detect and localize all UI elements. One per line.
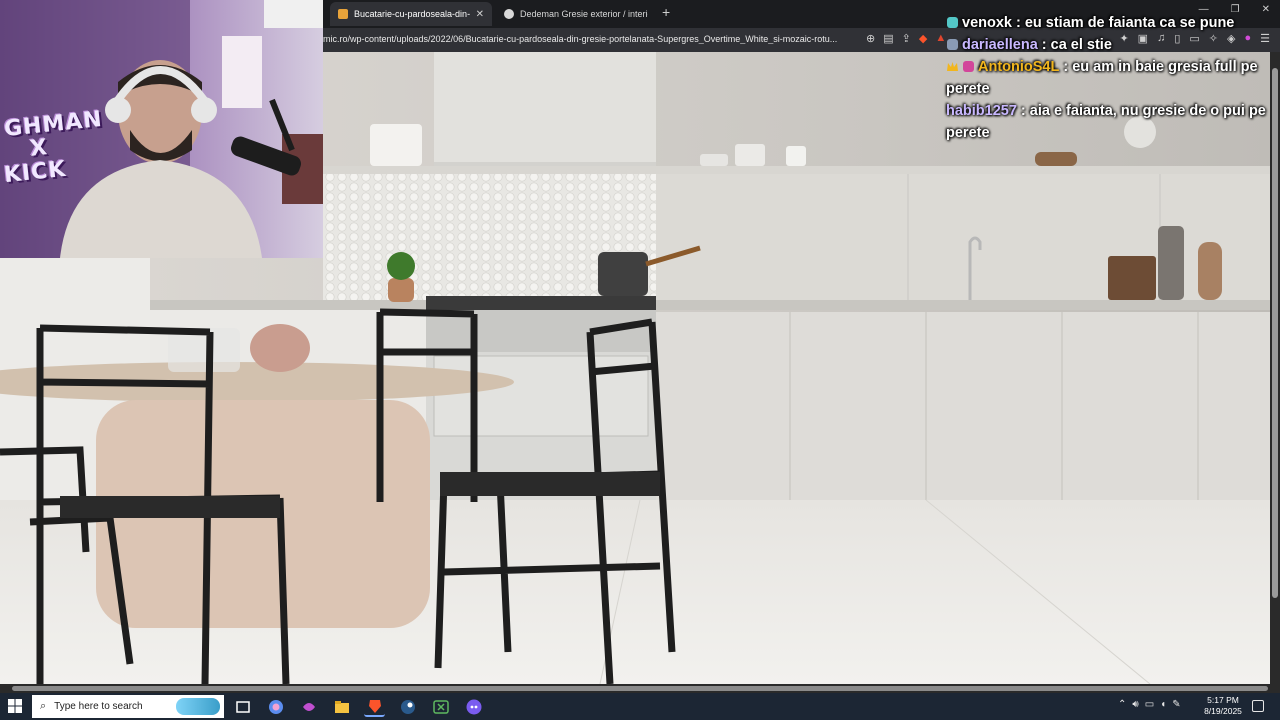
chat-username: habib1257 <box>946 103 1017 119</box>
share-icon[interactable]: ⇪ <box>902 32 911 45</box>
chat-message: habib1257: aia e faianta, nu gresie de o… <box>946 103 1266 141</box>
clock-date: 8/19/2025 <box>1204 706 1242 716</box>
chat-message: AntonioS4L: eu am in baie gresia full pe… <box>946 58 1258 97</box>
system-tray: ⌃ 🔊︎ ▭ ◖ ✎ <box>1118 699 1181 710</box>
chat-overlay: venoxk: eu stiam de faianta ca se pune d… <box>946 12 1272 144</box>
webcam-overlay: GHMAN X KICK <box>0 0 323 258</box>
file-explorer-icon[interactable] <box>331 696 352 717</box>
tab-title: Dedeman Gresie exterior / interior pe <box>520 9 648 19</box>
vertical-scroll-thumb[interactable] <box>1272 68 1278 598</box>
steam-icon[interactable] <box>397 696 418 717</box>
taskbar-apps <box>232 696 484 717</box>
copilot-icon[interactable] <box>265 696 286 717</box>
favicon-icon <box>338 9 348 19</box>
screen: Bucatarie-cu-pardoseala-din-gresie-porte… <box>0 0 1280 720</box>
badge-icon <box>962 58 975 72</box>
task-view-icon[interactable] <box>232 696 253 717</box>
crown-icon <box>946 58 959 71</box>
taskbar: ⌕ Type here to search ⌃ 🔊︎ ▭ ◖ ✎ 5:17 PM… <box>0 693 1280 720</box>
search-icon: ⌕ <box>40 700 47 712</box>
chat-message: venoxk: eu stiam de faianta ca se pune <box>946 12 1272 34</box>
chat-text: ca el stie <box>1050 37 1112 53</box>
brave-shield-icon[interactable]: ◆ <box>919 32 927 45</box>
windows-start-icon[interactable] <box>8 699 22 713</box>
xbox-icon[interactable] <box>430 696 451 717</box>
discord-icon[interactable] <box>463 696 484 717</box>
badge-icon <box>946 14 959 28</box>
chat-text: eu stiam de faianta ca se pune <box>1024 15 1235 31</box>
pen-icon[interactable]: ✎ <box>1172 699 1180 710</box>
url-field[interactable]: mic.ro/wp-content/uploads/2022/06/Bucata… <box>323 34 858 44</box>
horizontal-scroll-thumb[interactable] <box>12 686 1268 691</box>
tab-inactive[interactable]: Dedeman Gresie exterior / interior pe <box>496 2 656 26</box>
new-tab-button[interactable]: + <box>662 4 670 20</box>
chevron-up-icon[interactable]: ⌃ <box>1118 699 1126 710</box>
close-tab-icon[interactable]: ✕ <box>476 9 484 20</box>
speaker-icon[interactable]: 🔊︎ <box>1132 699 1138 710</box>
url-actions: ⊕ ▤ ⇪ ◆ ▲ <box>866 32 946 45</box>
chat-message: dariaellena: ca el stie <box>946 34 1272 56</box>
tab-active[interactable]: Bucatarie-cu-pardoseala-din-gresie-porte… <box>330 2 492 26</box>
notification-icon[interactable] <box>1252 700 1264 712</box>
search-placeholder: Type here to search <box>54 701 143 712</box>
tab-title: Bucatarie-cu-pardoseala-din-gresie-porte… <box>354 9 470 19</box>
volume-icon[interactable]: ◖ <box>1160 699 1166 710</box>
zoom-icon[interactable]: ⊕ <box>866 32 875 45</box>
rewards-icon[interactable]: ▲ <box>935 32 946 45</box>
network-icon[interactable]: ▭ <box>1145 699 1154 710</box>
search-highlight-icon <box>176 698 220 715</box>
horizontal-scrollbar[interactable] <box>0 684 1280 693</box>
chat-username: AntonioS4L <box>978 59 1060 75</box>
taskbar-search-box[interactable]: ⌕ Type here to search <box>32 695 224 718</box>
microsoft-365-icon[interactable] <box>298 696 319 717</box>
reader-icon[interactable]: ▤ <box>883 32 893 45</box>
clock-time: 5:17 PM <box>1207 695 1239 705</box>
badge-icon <box>946 36 959 50</box>
chat-username: venoxk <box>962 15 1012 31</box>
vertical-scrollbar[interactable] <box>1270 52 1280 684</box>
favicon-icon <box>504 9 514 19</box>
taskbar-clock[interactable]: 5:17 PM 8/19/2025 <box>1200 695 1246 717</box>
brave-browser-icon[interactable] <box>364 696 385 717</box>
chat-username: dariaellena <box>962 37 1038 53</box>
